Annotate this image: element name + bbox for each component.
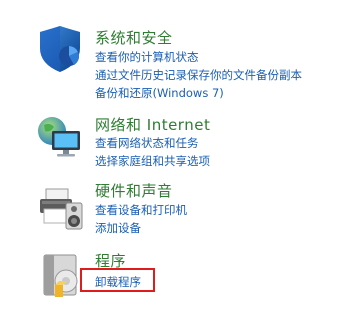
programs-box-icon [36,251,84,299]
link-homegroup-sharing[interactable]: 选择家庭组和共享选项 [95,153,210,169]
network-globe-icon [36,113,84,161]
link-view-network-status[interactable]: 查看网络状态和任务 [95,135,199,151]
category-title[interactable]: 网络和 Internet [95,114,210,135]
category-hardware-sound: 硬件和声音 查看设备和打印机 添加设备 [0,175,339,245]
category-title[interactable]: 系统和安全 [95,27,173,48]
link-add-device[interactable]: 添加设备 [95,220,141,236]
link-view-computer-status[interactable]: 查看你的计算机状态 [95,49,199,65]
category-network-internet: 网络和 Internet 查看网络状态和任务 选择家庭组和共享选项 [0,105,339,175]
link-backup-restore[interactable]: 备份和还原(Windows 7) [95,85,224,101]
category-programs: 程序 卸载程序 [0,245,339,318]
shield-icon [36,26,84,74]
category-system-security: 系统和安全 查看你的计算机状态 通过文件历史记录保存你的文件备份副本 备份和还原… [0,0,339,105]
link-devices-printers[interactable]: 查看设备和打印机 [95,202,187,218]
link-file-history[interactable]: 通过文件历史记录保存你的文件备份副本 [95,67,302,83]
highlight-box [80,268,155,292]
category-title[interactable]: 硬件和声音 [95,180,173,201]
printer-speaker-icon [36,183,84,231]
